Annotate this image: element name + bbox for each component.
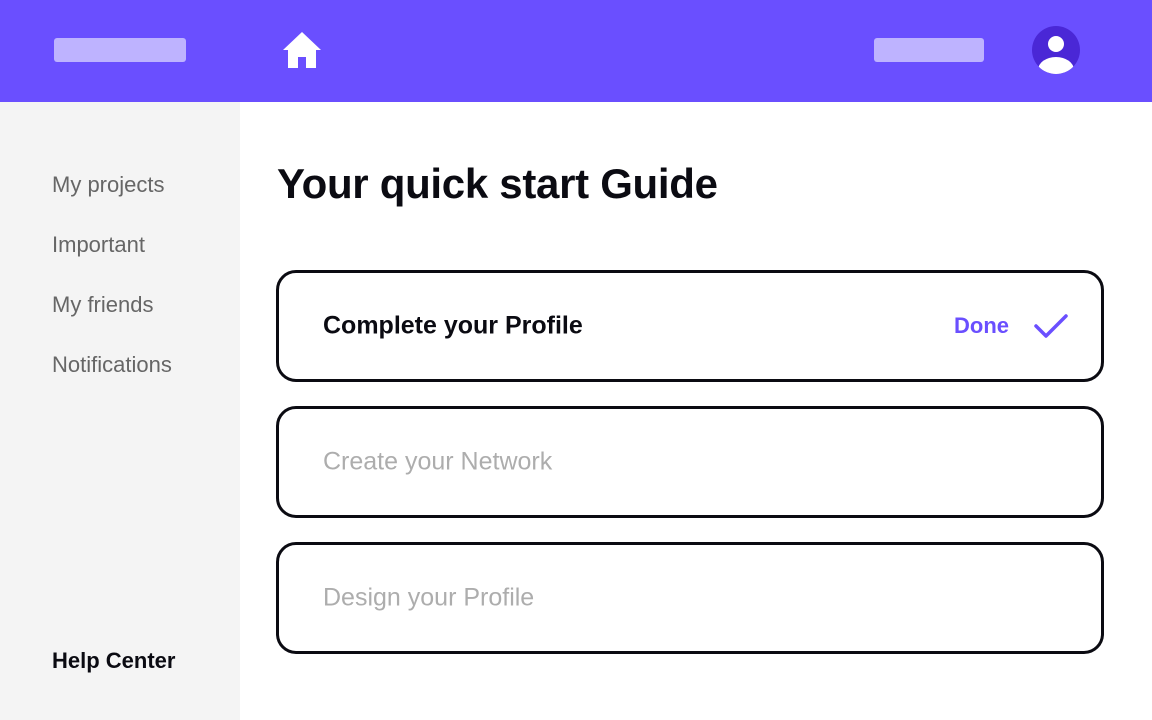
user-avatar-button[interactable] bbox=[1032, 26, 1080, 74]
home-button[interactable] bbox=[280, 28, 324, 72]
checkmark-icon bbox=[1034, 314, 1068, 338]
guide-step-design-profile[interactable]: Design your Profile bbox=[276, 542, 1104, 654]
guide-step-create-network[interactable]: Create your Network bbox=[276, 406, 1104, 518]
guide-step-complete-profile[interactable]: Complete your Profile Done bbox=[276, 270, 1104, 382]
logo-placeholder bbox=[54, 38, 186, 62]
guide-step-label: Create your Network bbox=[323, 447, 553, 476]
sidebar-item-my-projects[interactable]: My projects bbox=[52, 172, 164, 198]
user-avatar-icon bbox=[1038, 36, 1074, 74]
home-icon bbox=[283, 32, 321, 68]
sidebar-item-notifications[interactable]: Notifications bbox=[52, 352, 172, 378]
page-title: Your quick start Guide bbox=[277, 160, 718, 207]
sidebar-item-important[interactable]: Important bbox=[52, 232, 145, 258]
guide-step-label: Design your Profile bbox=[323, 583, 535, 612]
step-status-done: Done bbox=[954, 313, 1009, 338]
sidebar-item-my-friends[interactable]: My friends bbox=[52, 292, 153, 318]
help-center-link[interactable]: Help Center bbox=[52, 648, 175, 674]
top-nav-link-placeholder[interactable] bbox=[874, 38, 984, 62]
top-navigation-bar bbox=[0, 0, 1152, 102]
sidebar: My projects Important My friends Notific… bbox=[0, 102, 240, 720]
guide-step-label: Complete your Profile bbox=[323, 311, 583, 340]
